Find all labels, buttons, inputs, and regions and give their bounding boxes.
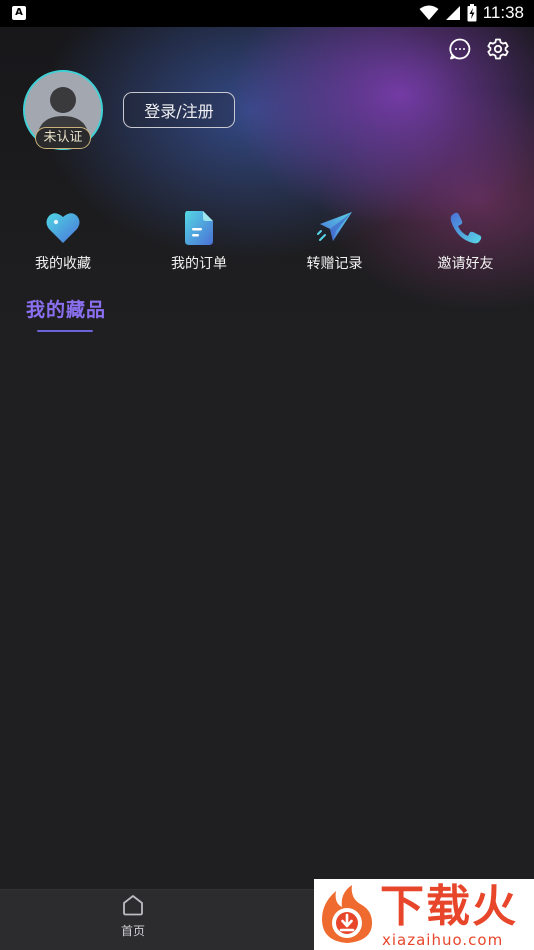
settings-icon xyxy=(487,38,509,60)
status-bar: A 11:38 xyxy=(0,0,534,27)
document-icon xyxy=(179,208,219,248)
message-button[interactable] xyxy=(448,37,472,61)
quick-menu-label: 转赠记录 xyxy=(306,256,363,272)
battery-charging-icon xyxy=(467,4,477,22)
verification-badge: 未认证 xyxy=(35,127,91,149)
quick-menu-label: 邀请好友 xyxy=(437,256,494,272)
tab-underline xyxy=(37,330,93,332)
wifi-icon xyxy=(419,5,439,20)
heart-tag-icon xyxy=(43,208,83,248)
nav-home[interactable]: 首页 xyxy=(103,894,163,939)
quick-menu: 我的收藏 我的订单 转赠记录 邀请好友 xyxy=(0,208,534,273)
app-notification-icon: A xyxy=(12,6,26,20)
quick-menu-invite-friends[interactable]: 邀请好友 xyxy=(397,208,534,273)
tab-my-collections[interactable]: 我的藏品 xyxy=(26,295,106,332)
flame-logo-icon xyxy=(322,885,372,943)
quick-menu-favorites[interactable]: 我的收藏 xyxy=(0,208,126,273)
quick-menu-transfer-records[interactable]: 转赠记录 xyxy=(272,208,397,273)
cell-signal-icon xyxy=(445,6,460,20)
nav-home-label: 首页 xyxy=(120,924,145,938)
avatar-container[interactable]: 未认证 xyxy=(23,70,103,150)
quick-menu-label: 我的收藏 xyxy=(35,256,91,272)
login-register-button[interactable]: 登录/注册 xyxy=(123,92,235,128)
status-time: 11:38 xyxy=(482,3,524,22)
section-title: 我的藏品 xyxy=(26,299,107,321)
quick-menu-orders[interactable]: 我的订单 xyxy=(126,208,272,273)
settings-button[interactable] xyxy=(486,37,510,61)
paper-plane-icon xyxy=(315,208,355,248)
quick-menu-label: 我的订单 xyxy=(171,256,227,272)
watermark-text: 下载火 xyxy=(380,881,518,932)
message-icon xyxy=(449,38,471,60)
watermark-url: xiazaihuo.com xyxy=(382,931,504,949)
header-actions xyxy=(448,37,510,61)
status-bar-right: 11:38 xyxy=(419,3,524,23)
phone-icon xyxy=(446,208,486,248)
watermark: 下载火 xiazaihuo.com xyxy=(314,879,534,950)
home-icon xyxy=(123,895,143,916)
